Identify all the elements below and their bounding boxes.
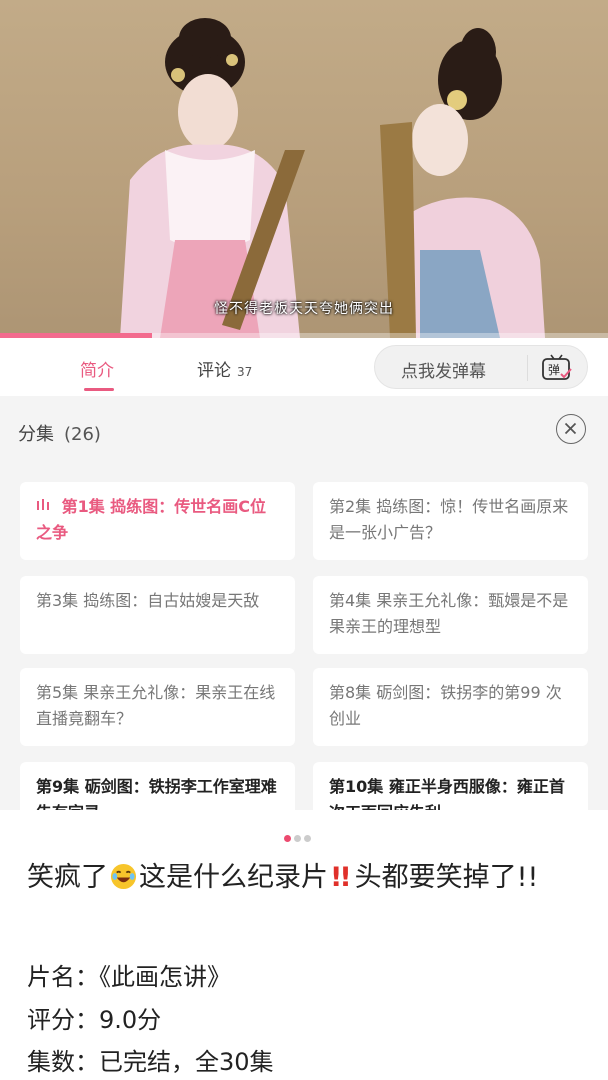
danmu-icon-char: 弹 [548,363,560,377]
episode-label: 第3集 捣练图：自古姑嫂是天敌 [36,591,260,610]
now-playing-icon [36,497,56,516]
laughing-emoji-icon [110,863,137,890]
episode-card-10[interactable]: 第10集 雍正半身西服像：雍正首次工面回应失利 [313,762,588,810]
episode-count: (26) [64,424,101,445]
episode-label: 第5集 果亲王允礼像：果亲王在线直播竟翻车？ [36,683,276,728]
close-button[interactable] [556,414,586,444]
episode-card-2[interactable]: 第2集 捣练图：惊！传世名画原来是一张小广告？ [313,482,588,560]
tab-comments-label: 评论 [197,361,231,381]
post-episode-count: 集数：已完结，全30集 [27,1048,274,1076]
video-subtitle: 怪不得老板天天夸她俩突出 [214,301,394,317]
close-icon [564,422,577,435]
episode-card-4[interactable]: 第4集 果亲王允礼像：甄嬛是不是果亲王的理想型 [313,576,588,654]
episode-panel-label: 分集 [18,424,54,445]
carousel-indicator [284,827,314,842]
tab-active-indicator [84,388,114,391]
episode-panel-title: 分集 (26) [18,420,101,446]
danmu-toggle-icon[interactable]: 弹 [541,354,573,382]
post-title-part1: 笑疯了 [27,862,108,893]
post-title-part3: 头都要笑掉了!! [354,862,539,893]
episode-label: 第8集 砺剑图：铁拐李的第99 次创业 [329,683,562,728]
tab-intro[interactable]: 简介 [80,356,114,381]
danmu-placeholder: 点我发弹幕 [401,362,486,382]
post-title-part2: 这是什么纪录片 [139,862,328,893]
comments-count: 37 [237,365,253,379]
post-film-name: 片名：《此画怎讲》 [27,963,231,991]
tab-bar: 简介 评论 37 点我发弹幕 弹 [0,338,608,396]
double-exclamation-icon: !! [330,862,352,893]
episode-card-3[interactable]: 第3集 捣练图：自古姑嫂是天敌 [20,576,295,654]
post-score: 评分：9.0分 [27,1006,162,1034]
carousel-dot [294,835,301,842]
video-frame-illustration [120,18,545,338]
episode-label: 第4集 果亲王允礼像：甄嬛是不是果亲王的理想型 [329,591,569,636]
episode-label: 第2集 捣练图：惊！传世名画原来是一张小广告？ [329,497,569,542]
episode-panel: 分集 (26) 第1集 捣练图：传世名画C位之争 第2集 捣练图：惊！传世名画原来… [0,396,608,810]
carousel-dot [304,835,311,842]
episode-card-8[interactable]: 第8集 砺剑图：铁拐李的第99 次创业 [313,668,588,746]
tab-comments[interactable]: 评论 37 [197,356,252,381]
episode-card-5[interactable]: 第5集 果亲王允礼像：果亲王在线直播竟翻车？ [20,668,295,746]
video-player[interactable]: 怪不得老板天天夸她俩突出 [0,0,608,338]
episode-label: 第9集 砺剑图：铁拐李工作室理难告有字录 [36,777,277,810]
danmu-input[interactable]: 点我发弹幕 弹 [374,345,588,389]
episode-card-9[interactable]: 第9集 砺剑图：铁拐李工作室理难告有字录 [20,762,295,810]
carousel-dot-active [284,835,291,842]
danmu-divider [527,355,528,381]
episode-label: 第10集 雍正半身西服像：雍正首次工面回应失利 [329,777,565,810]
episode-label: 第1集 捣练图：传世名画C位之争 [36,497,267,542]
episode-card-1[interactable]: 第1集 捣练图：传世名画C位之争 [20,482,295,560]
post-title: 笑疯了 这是什么纪录片!! 头都要笑掉了!! [27,856,587,900]
